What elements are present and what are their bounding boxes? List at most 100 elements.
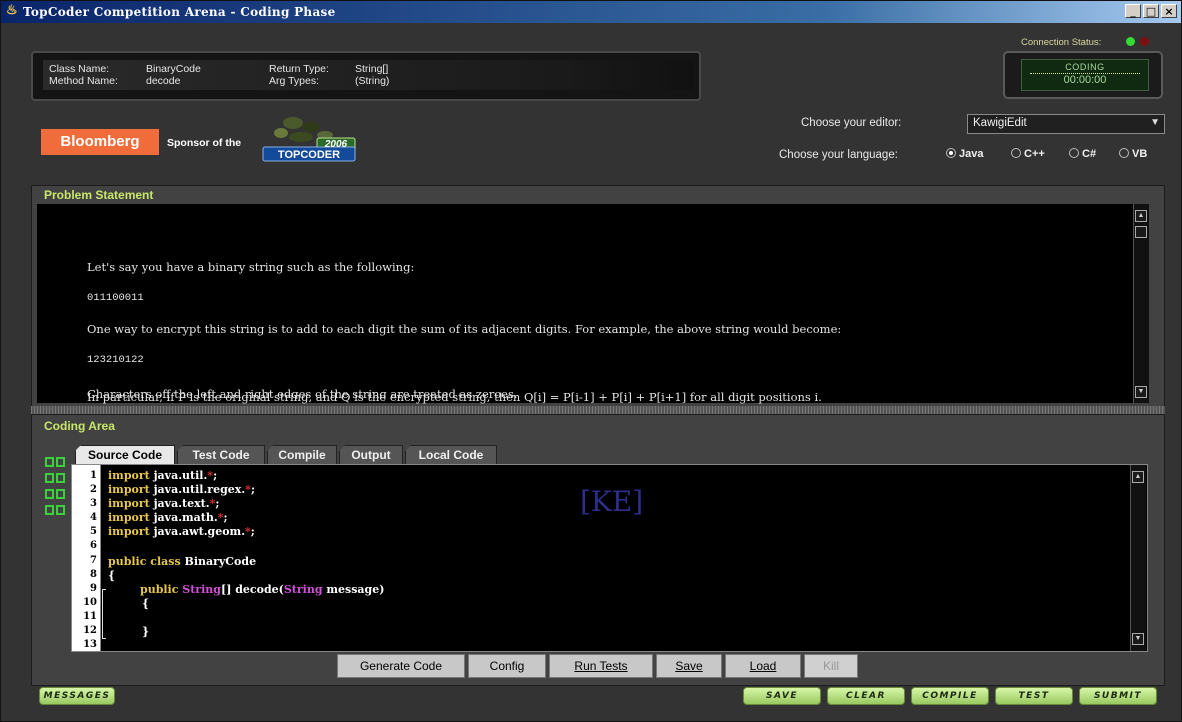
title-bar[interactable]: ♨ TopCoder Competition Arena - Coding Ph… (1, 1, 1181, 23)
run-tests-button[interactable]: Run Tests (549, 654, 653, 678)
code-line: import java.util.regex.*; (108, 483, 255, 496)
line-number: 6 (90, 540, 97, 551)
line-number: 13 (83, 639, 97, 650)
line-number: 8 (90, 569, 97, 580)
class-name-value: BinaryCode (146, 63, 201, 75)
statement-line: One way to encrypt this string is to add… (87, 322, 842, 336)
code-line: } (142, 625, 150, 638)
radio-java[interactable]: Java (946, 148, 983, 160)
connection-status-label: Connection Status: (1021, 37, 1102, 48)
code-line: { (108, 569, 116, 582)
load-button[interactable]: Load (725, 654, 801, 678)
scroll-down-icon[interactable]: ▼ (1132, 633, 1144, 645)
statement-line-cutoff: Characters off the left and right edges … (87, 387, 518, 399)
messages-button[interactable]: MESSAGES (39, 687, 115, 705)
line-number: 4 (90, 512, 97, 523)
minimize-button[interactable]: _ (1125, 4, 1141, 18)
tab-compile[interactable]: Compile (267, 445, 337, 464)
line-number: 11 (83, 611, 97, 622)
radio-selected-icon (946, 148, 956, 158)
logo-name: TOPCODER (278, 149, 340, 161)
language-label: Choose your language: (779, 149, 898, 161)
problem-statement-panel: Problem Statement Let's say you have a b… (31, 185, 1165, 407)
close-button[interactable]: × (1161, 4, 1177, 18)
statement-line: Let's say you have a binary string such … (87, 260, 415, 274)
arena-window: ♨ TopCoder Competition Arena - Coding Ph… (0, 0, 1182, 722)
return-type-label: Return Type: (269, 63, 329, 75)
line-number: 7 (90, 555, 97, 566)
radio-csharp[interactable]: C# (1069, 148, 1096, 160)
problem-info-panel: Class Name: BinaryCode Method Name: deco… (31, 51, 701, 101)
maximize-button[interactable]: □ (1143, 4, 1159, 18)
radio-cpp-label: C++ (1024, 148, 1045, 160)
line-number: 2 (90, 484, 97, 495)
code-editor[interactable]: 1 2 3 4 5 6 7 8 9 10 11 12 13 [KE] impor… (71, 464, 1148, 652)
timer-display: CODING 00:00:00 (1021, 59, 1149, 91)
line-number: 9 (90, 583, 97, 594)
problem-statement-title: Problem Statement (44, 188, 154, 202)
line-number: 12 (83, 625, 97, 636)
fold-marker (102, 589, 106, 639)
radio-empty-icon (1119, 148, 1129, 158)
statement-example: 123210122 (87, 354, 144, 366)
compile-button[interactable]: COMPILE (911, 687, 989, 705)
code-line: import java.text.*; (108, 497, 220, 510)
scroll-thumb[interactable] (1135, 226, 1147, 238)
line-number: 3 (90, 498, 97, 509)
tab-output[interactable]: Output (339, 445, 403, 464)
statement-scrollbar[interactable]: ▲ ▼ (1133, 204, 1149, 403)
kill-button: Kill (804, 654, 858, 678)
code-line: { (142, 597, 150, 610)
arg-types-label: Arg Types: (269, 75, 319, 87)
kawigi-watermark: [KE] (580, 485, 644, 518)
clear-button[interactable]: CLEAR (827, 687, 905, 705)
editor-select-value: KawigiEdit (973, 117, 1027, 129)
radio-csharp-label: C# (1082, 148, 1097, 160)
phase-timer: CODING 00:00:00 (1003, 51, 1163, 99)
timer-phase: CODING (1065, 62, 1105, 72)
save-button[interactable]: SAVE (743, 687, 821, 705)
editor-select[interactable]: KawigiEdit ▼ (967, 114, 1165, 134)
code-line: public String[] decode(String message) (140, 583, 385, 596)
editor-scrollbar[interactable]: ▲ ▼ (1130, 465, 1146, 651)
bloomberg-logo: Bloomberg (41, 129, 159, 155)
save-code-button[interactable]: Save (656, 654, 722, 678)
split-pane-divider[interactable] (31, 406, 1165, 414)
tab-test-code[interactable]: Test Code (177, 445, 265, 464)
connection-ok-light (1126, 37, 1135, 46)
editor-label: Choose your editor: (801, 117, 902, 129)
radio-empty-icon (1069, 148, 1079, 158)
problem-statement-body: Let's say you have a binary string such … (37, 204, 1149, 404)
arg-types-value: (String) (355, 75, 390, 87)
code-line: import java.math.*; (108, 511, 228, 524)
scroll-down-icon[interactable]: ▼ (1135, 386, 1147, 398)
radio-cpp[interactable]: C++ (1011, 148, 1045, 160)
class-name-label: Class Name: (49, 63, 110, 75)
connection-error-light (1140, 37, 1149, 46)
radio-vb-label: VB (1132, 148, 1148, 160)
statement-example: 011100011 (87, 292, 144, 304)
method-name-value: decode (146, 75, 181, 87)
coding-area-title: Coding Area (44, 419, 115, 433)
code-line: import java.awt.geom.*; (108, 525, 255, 538)
topcoder-logo: 2006 TOPCODER (259, 113, 359, 165)
java-cup-icon: ♨ (6, 3, 18, 18)
radio-vb[interactable]: VB (1119, 148, 1147, 160)
problem-info-inner: Class Name: BinaryCode Method Name: deco… (43, 60, 693, 90)
scroll-up-icon[interactable]: ▲ (1132, 471, 1144, 483)
config-button[interactable]: Config (468, 654, 546, 678)
window-title: TopCoder Competition Arena - Coding Phas… (23, 5, 336, 19)
tab-local-code[interactable]: Local Code (405, 445, 497, 464)
line-number: 5 (90, 526, 97, 537)
generate-code-button[interactable]: Generate Code (337, 654, 465, 678)
sponsor-text: Sponsor of the (167, 137, 242, 149)
submit-button[interactable]: SUBMIT (1079, 687, 1157, 705)
method-name-label: Method Name: (49, 75, 118, 87)
timer-time: 00:00:00 (1063, 74, 1107, 86)
code-line: public class BinaryCode (108, 555, 257, 568)
line-number-gutter: 1 2 3 4 5 6 7 8 9 10 11 12 13 (72, 465, 101, 651)
scroll-up-icon[interactable]: ▲ (1135, 210, 1147, 222)
test-button[interactable]: TEST (995, 687, 1073, 705)
tab-source-code[interactable]: Source Code (75, 445, 175, 464)
radio-java-label: Java (959, 148, 984, 160)
